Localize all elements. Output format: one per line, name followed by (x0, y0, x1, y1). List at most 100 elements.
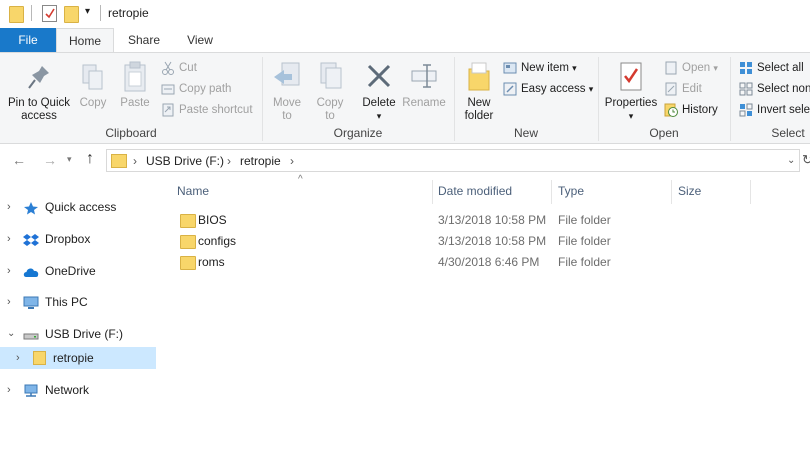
file-date: 3/13/2018 10:58 PM (438, 213, 547, 227)
expand-chevron-icon[interactable]: › (7, 379, 11, 401)
new-folder-quick-icon[interactable] (64, 6, 79, 23)
history-button[interactable]: History (664, 101, 718, 119)
new-item-label: New item (521, 62, 569, 74)
table-row[interactable]: roms 4/30/2018 6:46 PM File folder (174, 252, 734, 273)
paste-button[interactable]: Paste (117, 61, 153, 110)
expand-chevron-icon[interactable]: › (7, 228, 11, 250)
move-to-icon (272, 61, 302, 93)
table-row[interactable]: BIOS 3/13/2018 10:58 PM File folder (174, 210, 734, 231)
copy-to-button[interactable]: Copy to (311, 61, 349, 123)
easy-access-label: Easy access (521, 83, 586, 95)
delete-dropdown-icon[interactable]: ▾ (358, 110, 400, 123)
column-divider[interactable] (551, 180, 552, 204)
collapse-chevron-icon[interactable]: ⌄ (7, 323, 15, 345)
breadcrumb-usb-drive[interactable]: USB Drive (F:) (146, 154, 224, 168)
file-type: File folder (558, 234, 611, 248)
cut-button[interactable]: Cut (161, 59, 197, 77)
tab-home[interactable]: Home (56, 28, 114, 52)
customize-quick-access-icon[interactable]: ▾ (85, 6, 90, 17)
breadcrumb-separator-icon[interactable]: › (133, 154, 137, 168)
refresh-icon[interactable]: ↻ (802, 152, 810, 168)
sidebar-item-quick-access[interactable]: › Quick access (0, 196, 156, 218)
sidebar-item-this-pc[interactable]: › This PC (0, 291, 156, 313)
new-folder-label-1: New (467, 97, 491, 109)
column-divider[interactable] (750, 180, 751, 204)
ribbon-tabs: File Home Share View (0, 28, 810, 52)
history-label: History (682, 104, 718, 116)
paste-label: Paste (120, 97, 150, 109)
paste-shortcut-label: Paste shortcut (179, 104, 253, 116)
pin-label-1: Pin to Quick (8, 97, 70, 109)
cut-label: Cut (179, 62, 197, 74)
sidebar-item-label: retropie (53, 351, 94, 365)
select-all-label: Select all (757, 62, 804, 74)
expand-chevron-icon[interactable]: › (7, 260, 11, 282)
paste-icon (122, 61, 148, 93)
address-dropdown-chevron-icon[interactable]: ⌄ (787, 155, 795, 166)
up-arrow-icon[interactable]: ↑ (86, 150, 94, 168)
new-item-button[interactable]: New item ▾ (503, 59, 577, 77)
sidebar-item-network[interactable]: › Network (0, 379, 156, 401)
properties-label: Properties (604, 97, 658, 109)
copy-to-label-2: to (325, 110, 335, 122)
file-type: File folder (558, 213, 611, 227)
properties-button[interactable]: Properties ▾ (603, 61, 659, 123)
tab-view[interactable]: View (180, 28, 220, 52)
breadcrumb-separator-icon[interactable]: › (290, 154, 294, 168)
sidebar-item-dropbox[interactable]: › Dropbox (0, 228, 156, 250)
dropbox-icon (23, 232, 39, 246)
invert-selection-button[interactable]: Invert selection (739, 101, 810, 119)
breadcrumb-separator-icon[interactable]: › (227, 154, 231, 168)
computer-icon (23, 295, 39, 309)
back-arrow-icon[interactable]: ← (12, 152, 26, 168)
column-divider[interactable] (671, 180, 672, 204)
invert-selection-label: Invert selection (757, 104, 810, 116)
paste-shortcut-button[interactable]: Paste shortcut (161, 101, 253, 119)
copy-path-icon (161, 82, 175, 96)
properties-quick-icon[interactable] (42, 5, 57, 22)
column-header-type[interactable]: Type (558, 184, 584, 198)
file-name: configs (198, 234, 237, 248)
sidebar-item-onedrive[interactable]: › OneDrive (0, 260, 156, 282)
rename-button[interactable]: Rename (402, 61, 446, 110)
new-folder-label-2: folder (464, 110, 494, 122)
move-to-label: Move (272, 97, 302, 109)
open-button[interactable]: Open ▾ (664, 59, 718, 77)
expand-chevron-icon[interactable]: › (16, 347, 20, 369)
column-header-date-modified[interactable]: Date modified (438, 184, 512, 198)
expand-chevron-icon[interactable]: › (7, 196, 11, 218)
forward-arrow-icon[interactable]: → (43, 152, 57, 168)
expand-chevron-icon[interactable]: › (7, 291, 11, 313)
column-header-name[interactable]: Name (177, 184, 209, 198)
sidebar-item-retropie[interactable]: › retropie (0, 347, 156, 369)
sidebar-item-label: Quick access (45, 200, 117, 214)
easy-access-button[interactable]: Easy access ▾ (503, 80, 593, 98)
select-all-button[interactable]: Select all (739, 59, 810, 77)
select-none-button[interactable]: Select none (739, 80, 810, 98)
tab-file[interactable]: File (0, 28, 56, 52)
copy-button[interactable]: Copy (76, 63, 110, 110)
new-folder-button[interactable]: New folder (458, 61, 500, 123)
properties-icon (618, 61, 644, 93)
rename-label: Rename (402, 97, 446, 109)
edit-icon (664, 82, 678, 96)
column-header-size[interactable]: Size (678, 184, 701, 198)
sidebar-item-usb-drive[interactable]: ⌄ USB Drive (F:) (0, 323, 156, 345)
move-to-button[interactable]: Move to (268, 61, 306, 123)
copy-path-button[interactable]: Copy path (161, 80, 231, 98)
file-type: File folder (558, 255, 611, 269)
recent-locations-chevron-icon[interactable]: ▾ (67, 154, 72, 165)
breadcrumb-retropie[interactable]: retropie (240, 154, 281, 168)
tab-share[interactable]: Share (124, 28, 164, 52)
delete-button[interactable]: Delete ▾ (358, 61, 400, 123)
folder-icon (9, 6, 24, 23)
move-to-label-2: to (282, 110, 292, 122)
usb-drive-icon (23, 327, 39, 341)
properties-dropdown-icon[interactable]: ▾ (603, 110, 659, 123)
edit-button[interactable]: Edit (664, 80, 702, 98)
address-bar[interactable]: › USB Drive (F:) › retropie › ⌄ (106, 149, 800, 172)
table-row[interactable]: configs 3/13/2018 10:58 PM File folder (174, 231, 734, 252)
scissors-icon (161, 61, 175, 75)
column-divider[interactable] (432, 180, 433, 204)
pin-to-quick-access-button[interactable]: Pin to Quick access (4, 63, 74, 123)
